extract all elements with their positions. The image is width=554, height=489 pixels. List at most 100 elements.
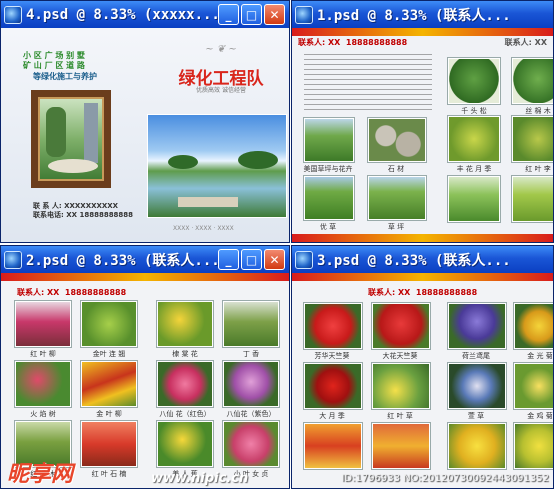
photoshop-icon — [295, 250, 313, 269]
services-sub: 等绿化施工与养护 — [33, 72, 97, 81]
photo-red-leaf-grass — [372, 363, 430, 409]
description-text-block — [304, 54, 432, 110]
landscape-photo — [147, 114, 287, 218]
window-2-psd[interactable]: 2.psd @ 8.33% (联系人... _ □ ✕ 联系人: XX 1888… — [0, 245, 290, 489]
photo-daylily — [448, 363, 506, 409]
photoshop-icon — [295, 5, 313, 24]
photo-flowerbed-1 — [304, 423, 362, 469]
contact-person-right: 联系人: XX — [504, 38, 547, 47]
photo-shrub-2 — [512, 58, 553, 104]
contact-person: 联系人: XX 18888888888 — [17, 288, 127, 297]
caption: 八仙花（紫色） — [226, 410, 276, 418]
photoshop-icon — [4, 250, 22, 269]
photo-red-willow — [15, 301, 71, 347]
photo-golden-willow — [81, 361, 137, 407]
close-button[interactable]: ✕ — [264, 249, 285, 270]
contact-person: 联系人: XX 18888888888 — [298, 38, 408, 47]
photo-coneflower — [514, 303, 553, 349]
photo-rose — [304, 363, 362, 409]
photo-coreopsis — [514, 363, 553, 409]
top-ribbon — [1, 273, 289, 281]
maximize-button[interactable]: □ — [241, 249, 262, 270]
caption: 荷兰鸢尾 — [462, 352, 490, 360]
page1-canvas: 联系人: XX 18888888888 联系人: XX 千 头 松 丝 棉 木 … — [292, 28, 553, 242]
photo-privet — [223, 421, 279, 467]
photo-kerria — [157, 301, 213, 347]
caption: 千 头 松 — [461, 107, 487, 115]
logo-flourish: ~ ❦ ~ — [205, 44, 237, 55]
caption: 大花天竺葵 — [382, 352, 418, 360]
caption: 草 坪 — [387, 223, 405, 231]
caption: 红 叶 柳 — [30, 350, 56, 358]
caption: 金 叶 柳 — [96, 410, 122, 418]
caption: 丝 棉 木 — [525, 107, 551, 115]
cover-footer: XXXX · XXXX · XXXX — [173, 225, 234, 232]
photo-iris — [448, 303, 506, 349]
top-ribbon — [292, 28, 553, 36]
top-ribbon — [292, 273, 553, 281]
photo-hydrangea-red — [157, 361, 213, 407]
window-2-titlebar[interactable]: 2.psd @ 8.33% (联系人... _ □ ✕ — [1, 246, 289, 273]
caption: 芳华天竺葵 — [314, 352, 350, 360]
window-3-titlebar[interactable]: 3.psd @ 8.33% (联系人... — [292, 246, 553, 273]
minimize-button[interactable]: _ — [218, 249, 239, 270]
framed-garden-photo — [31, 90, 111, 188]
photo-grass-1 — [304, 176, 354, 220]
window-1-psd[interactable]: 1.psd @ 8.33% (联系人... 联系人: XX 1888888888… — [291, 0, 554, 243]
caption: 火 焰 树 — [30, 410, 56, 418]
caption: 金 光 菊 — [527, 352, 553, 360]
caption: 美国草坪与花卉 — [303, 165, 353, 173]
photo-flowerbed-3 — [448, 423, 506, 469]
photo-lilac — [223, 301, 279, 347]
photo-grass-2 — [368, 176, 426, 220]
photo-shrub-round — [448, 58, 500, 104]
photo-flame-tree — [15, 361, 71, 407]
caption: 萱 草 — [467, 412, 485, 420]
window-1-title: 1.psd @ 8.33% (联系人... — [317, 7, 511, 24]
caption: 优 草 — [319, 223, 337, 231]
photo-canna — [157, 421, 213, 467]
photo-stones — [368, 118, 426, 162]
photo-golden-forsythia — [81, 301, 137, 347]
photo-hydrangea-purple — [223, 361, 279, 407]
watermark-url: www.nipic.cn — [151, 471, 249, 486]
caption: 红 叶 石 楠 — [91, 470, 127, 478]
photo-red-shrub — [512, 116, 553, 162]
maximize-button[interactable]: □ — [241, 4, 262, 25]
minimize-button[interactable]: _ — [218, 4, 239, 25]
caption: 红 叶 草 — [387, 412, 413, 420]
watermark-brand: 昵享网 — [7, 462, 74, 487]
page2-canvas: 联系人: XX 18888888888 红 叶 柳 金叶 连 翘 棣 棠 花 丁… — [1, 273, 289, 488]
watermark-id: ID:1796933 NO:20120730092443091352 — [341, 473, 549, 484]
close-button[interactable]: ✕ — [264, 4, 285, 25]
photo-hedge — [448, 176, 500, 222]
photo-flowerbed-2 — [372, 423, 430, 469]
contact-person: 联系人: XX 18888888888 — [368, 288, 478, 297]
cover-canvas: 小 区 广 场 别 墅 矿 山 厂 区 道 路 等绿化施工与养护 ~ ❦ ~ 绿… — [1, 28, 289, 242]
photo-red-photinia — [81, 421, 137, 467]
caption: 红 叶 李 — [525, 165, 551, 173]
caption: 石 材 — [387, 165, 405, 173]
photo-flowerbed-4 — [514, 423, 553, 469]
window-1-titlebar[interactable]: 1.psd @ 8.33% (联系人... — [292, 1, 553, 28]
window-3-title: 3.psd @ 8.33% (联系人... — [317, 252, 511, 269]
caption: 大 月 季 — [319, 412, 345, 420]
caption: 丁 香 — [242, 350, 260, 358]
services-line-2: 矿 山 厂 区 道 路 — [23, 61, 85, 70]
photo-lawn — [304, 118, 354, 162]
photo-big-geranium — [372, 303, 430, 349]
photo-yellow-shrub — [448, 116, 500, 162]
photo-geranium — [304, 303, 362, 349]
bottom-ribbon — [292, 234, 553, 242]
page3-canvas: 联系人: XX 18888888888 芳华天竺葵 大花天竺葵 荷兰鸢尾 金 光… — [292, 273, 553, 488]
caption: 丰 花 月 季 — [456, 165, 492, 173]
window-4-titlebar[interactable]: 4.psd @ 8.33% (xxxxx... _ □ ✕ — [1, 1, 289, 28]
photo-hedge-2 — [512, 176, 553, 222]
caption: 金 鸡 菊 — [527, 412, 553, 420]
cover-contact-phone: 联系电话: XX 18888888888 — [33, 211, 134, 219]
window-4-psd[interactable]: 4.psd @ 8.33% (xxxxx... _ □ ✕ 小 区 广 场 别 … — [0, 0, 290, 243]
caption: 八仙 花（红色） — [159, 410, 211, 418]
caption: 棣 棠 花 — [172, 350, 198, 358]
window-3-psd[interactable]: 3.psd @ 8.33% (联系人... 联系人: XX 1888888888… — [291, 245, 554, 489]
caption: 金叶 连 翘 — [92, 350, 126, 358]
